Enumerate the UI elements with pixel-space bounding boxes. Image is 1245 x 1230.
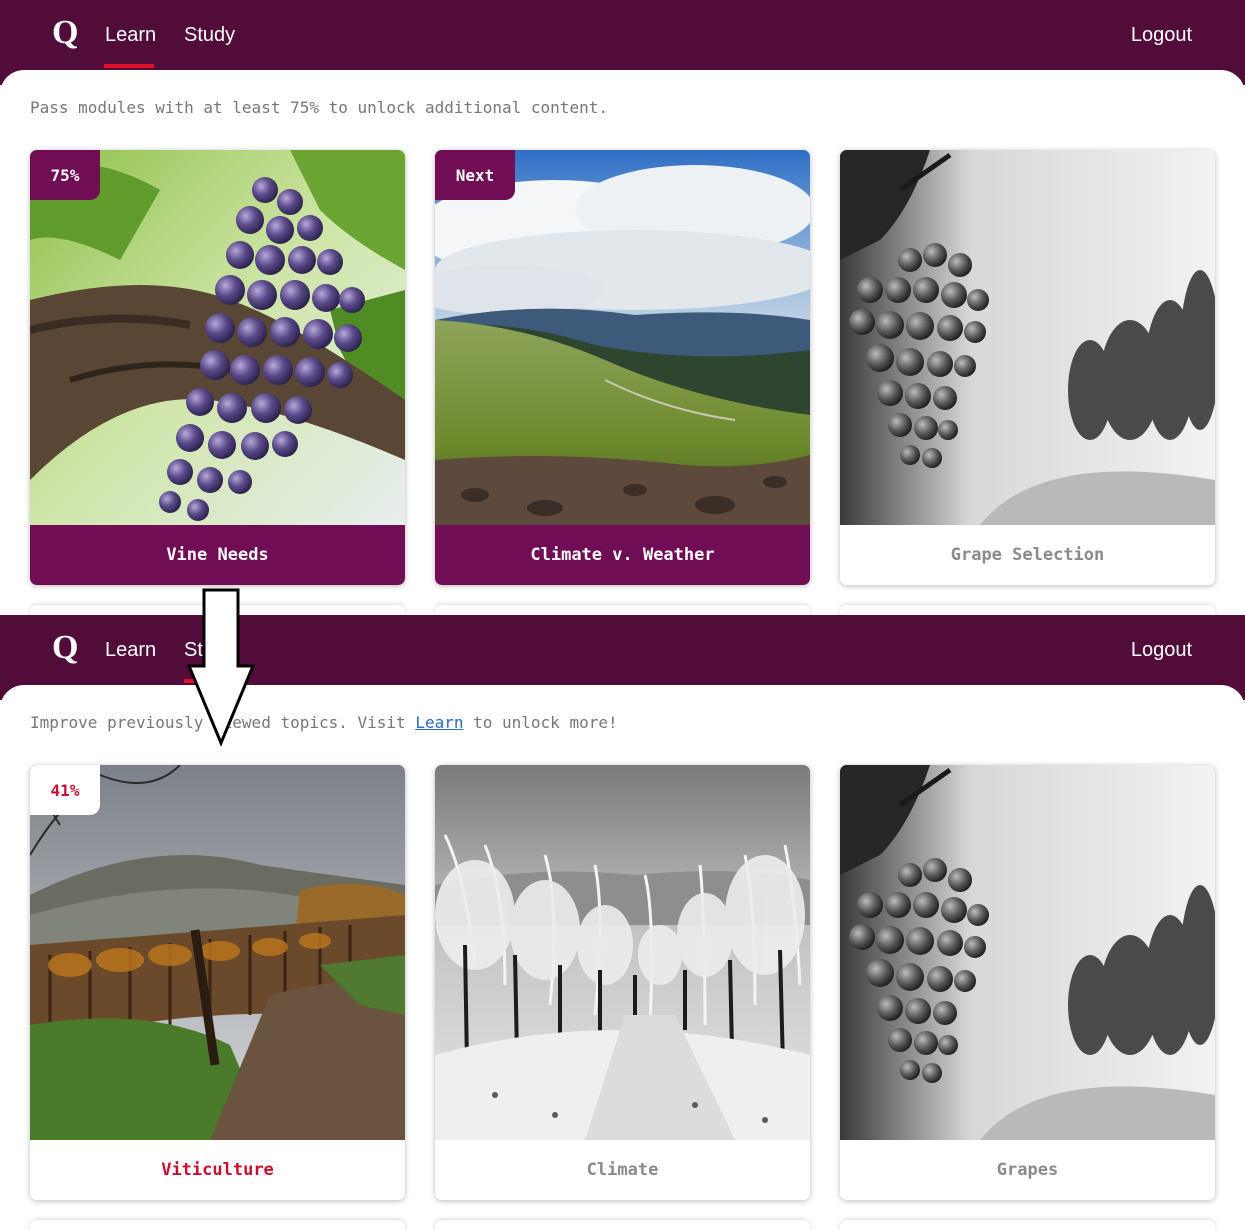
intro-text-end: to unlock more! (463, 713, 618, 732)
grayscale-grape-photo (840, 150, 1215, 525)
card-row-peek (840, 605, 1215, 615)
progress-badge: 75% (30, 150, 100, 200)
topic-card-climate[interactable]: Climate (435, 765, 810, 1200)
card-title: Viticulture (30, 1140, 405, 1200)
intro-learn-link[interactable]: Learn (415, 713, 463, 732)
study-content: Improve previously viewed topics. Visit … (0, 685, 1245, 1230)
card-title: Vine Needs (30, 525, 405, 585)
app-logo[interactable]: Q (52, 629, 78, 667)
module-card-grape-selection[interactable]: Grape Selection (840, 150, 1215, 585)
card-row-peek (435, 605, 810, 615)
mountain-landscape-photo (435, 150, 810, 525)
logout-link[interactable]: Logout (1131, 24, 1192, 47)
frosted-vineyard-photo (435, 765, 810, 1140)
nav-learn-link[interactable]: Learn (105, 639, 156, 662)
vineyard-autumn-photo (30, 765, 405, 1140)
nav-study-link[interactable]: Study (184, 24, 235, 47)
topic-card-grapes[interactable]: Grapes (840, 765, 1215, 1200)
intro-text: Pass modules with at least 75% to unlock… (30, 98, 608, 117)
module-card-climate-v-weather[interactable]: Next Climate v. Weather (435, 150, 810, 585)
module-card-vine-needs[interactable]: 75% Vine Needs (30, 150, 405, 585)
card-row-peek (30, 1220, 405, 1230)
intro-text: Improve previously viewed topics. Visit … (30, 713, 618, 732)
progress-badge: 41% (30, 765, 100, 815)
next-badge: Next (435, 150, 515, 200)
card-title: Climate v. Weather (435, 525, 810, 585)
card-row-peek (840, 1220, 1215, 1230)
active-tab-indicator (104, 64, 154, 68)
logout-link[interactable]: Logout (1131, 639, 1192, 662)
card-row-peek (435, 1220, 810, 1230)
card-title: Climate (435, 1140, 810, 1200)
grape-cluster-photo (30, 150, 405, 525)
learn-screen: Q Learn Study Logout Pass modules with a… (0, 0, 1245, 615)
nav-learn-link[interactable]: Learn (105, 24, 156, 47)
learn-content: Pass modules with at least 75% to unlock… (0, 70, 1245, 615)
down-arrow-icon (186, 588, 256, 748)
grayscale-grape-photo (840, 765, 1215, 1140)
card-title: Grapes (840, 1140, 1215, 1200)
app-logo[interactable]: Q (52, 14, 78, 52)
card-title: Grape Selection (840, 525, 1215, 585)
topic-card-viticulture[interactable]: 41% Viticulture (30, 765, 405, 1200)
